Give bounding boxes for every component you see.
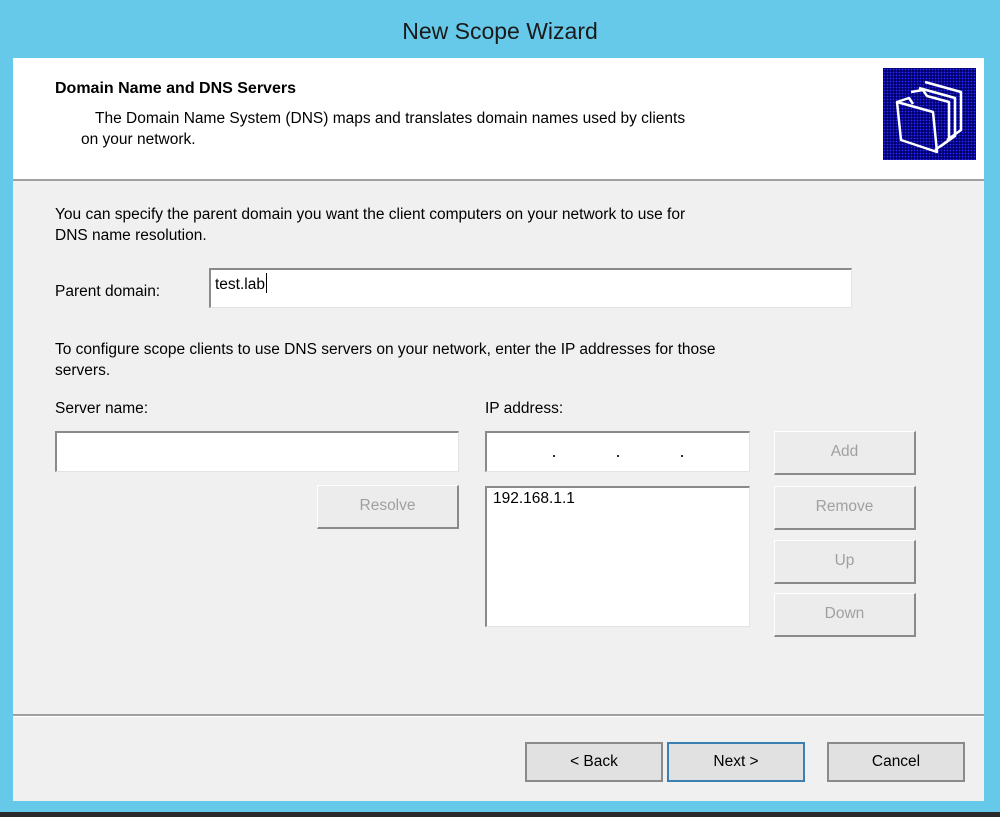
- remove-button[interactable]: Remove: [774, 486, 916, 530]
- parent-domain-instructions-line-1: You can specify the parent domain you wa…: [55, 206, 686, 223]
- parent-domain-input[interactable]: test.lab: [209, 268, 852, 308]
- ip-octet-separator: [617, 455, 619, 457]
- dns-servers-instructions-line-1: To configure scope clients to use DNS se…: [55, 341, 716, 358]
- subtitle-line-2: on your network.: [81, 131, 196, 148]
- wizard-client-area: Domain Name and DNS Servers The Domain N…: [13, 58, 984, 801]
- parent-domain-instructions: You can specify the parent domain you wa…: [55, 204, 685, 246]
- footer-divider: [13, 714, 984, 717]
- ip-address-list[interactable]: 192.168.1.1: [485, 486, 750, 627]
- wizard-window: New Scope Wizard Domain Name and DNS Ser…: [0, 0, 1000, 812]
- parent-domain-value: test.lab: [215, 276, 265, 293]
- ip-octet-separator: [681, 455, 683, 457]
- dns-servers-instructions-line-2: servers.: [55, 362, 111, 379]
- cancel-button[interactable]: Cancel: [827, 742, 965, 782]
- back-button[interactable]: < Back: [525, 742, 663, 782]
- up-button[interactable]: Up: [774, 540, 916, 584]
- window-title: New Scope Wizard: [402, 18, 598, 44]
- server-name-input[interactable]: [55, 431, 459, 472]
- text-caret: [265, 273, 267, 293]
- parent-domain-label: Parent domain:: [55, 283, 161, 300]
- ip-list-item[interactable]: 192.168.1.1: [493, 490, 743, 508]
- down-button[interactable]: Down: [774, 593, 916, 637]
- subtitle-line-1: The Domain Name System (DNS) maps and tr…: [95, 110, 686, 127]
- ip-octet-separator: [553, 455, 555, 457]
- ip-address-input[interactable]: [485, 431, 750, 472]
- server-name-label: Server name:: [55, 400, 149, 417]
- parent-domain-instructions-line-2: DNS name resolution.: [55, 227, 207, 244]
- ip-address-label: IP address:: [485, 400, 564, 417]
- resolve-button[interactable]: Resolve: [317, 485, 459, 529]
- page-subtitle: The Domain Name System (DNS) maps and tr…: [81, 108, 795, 150]
- add-button[interactable]: Add: [774, 431, 916, 475]
- page-title: Domain Name and DNS Servers: [55, 80, 296, 97]
- next-button[interactable]: Next >: [667, 742, 805, 782]
- wizard-header: Domain Name and DNS Servers The Domain N…: [13, 58, 984, 181]
- dns-servers-instructions: To configure scope clients to use DNS se…: [55, 339, 716, 381]
- folders-icon: [883, 68, 976, 160]
